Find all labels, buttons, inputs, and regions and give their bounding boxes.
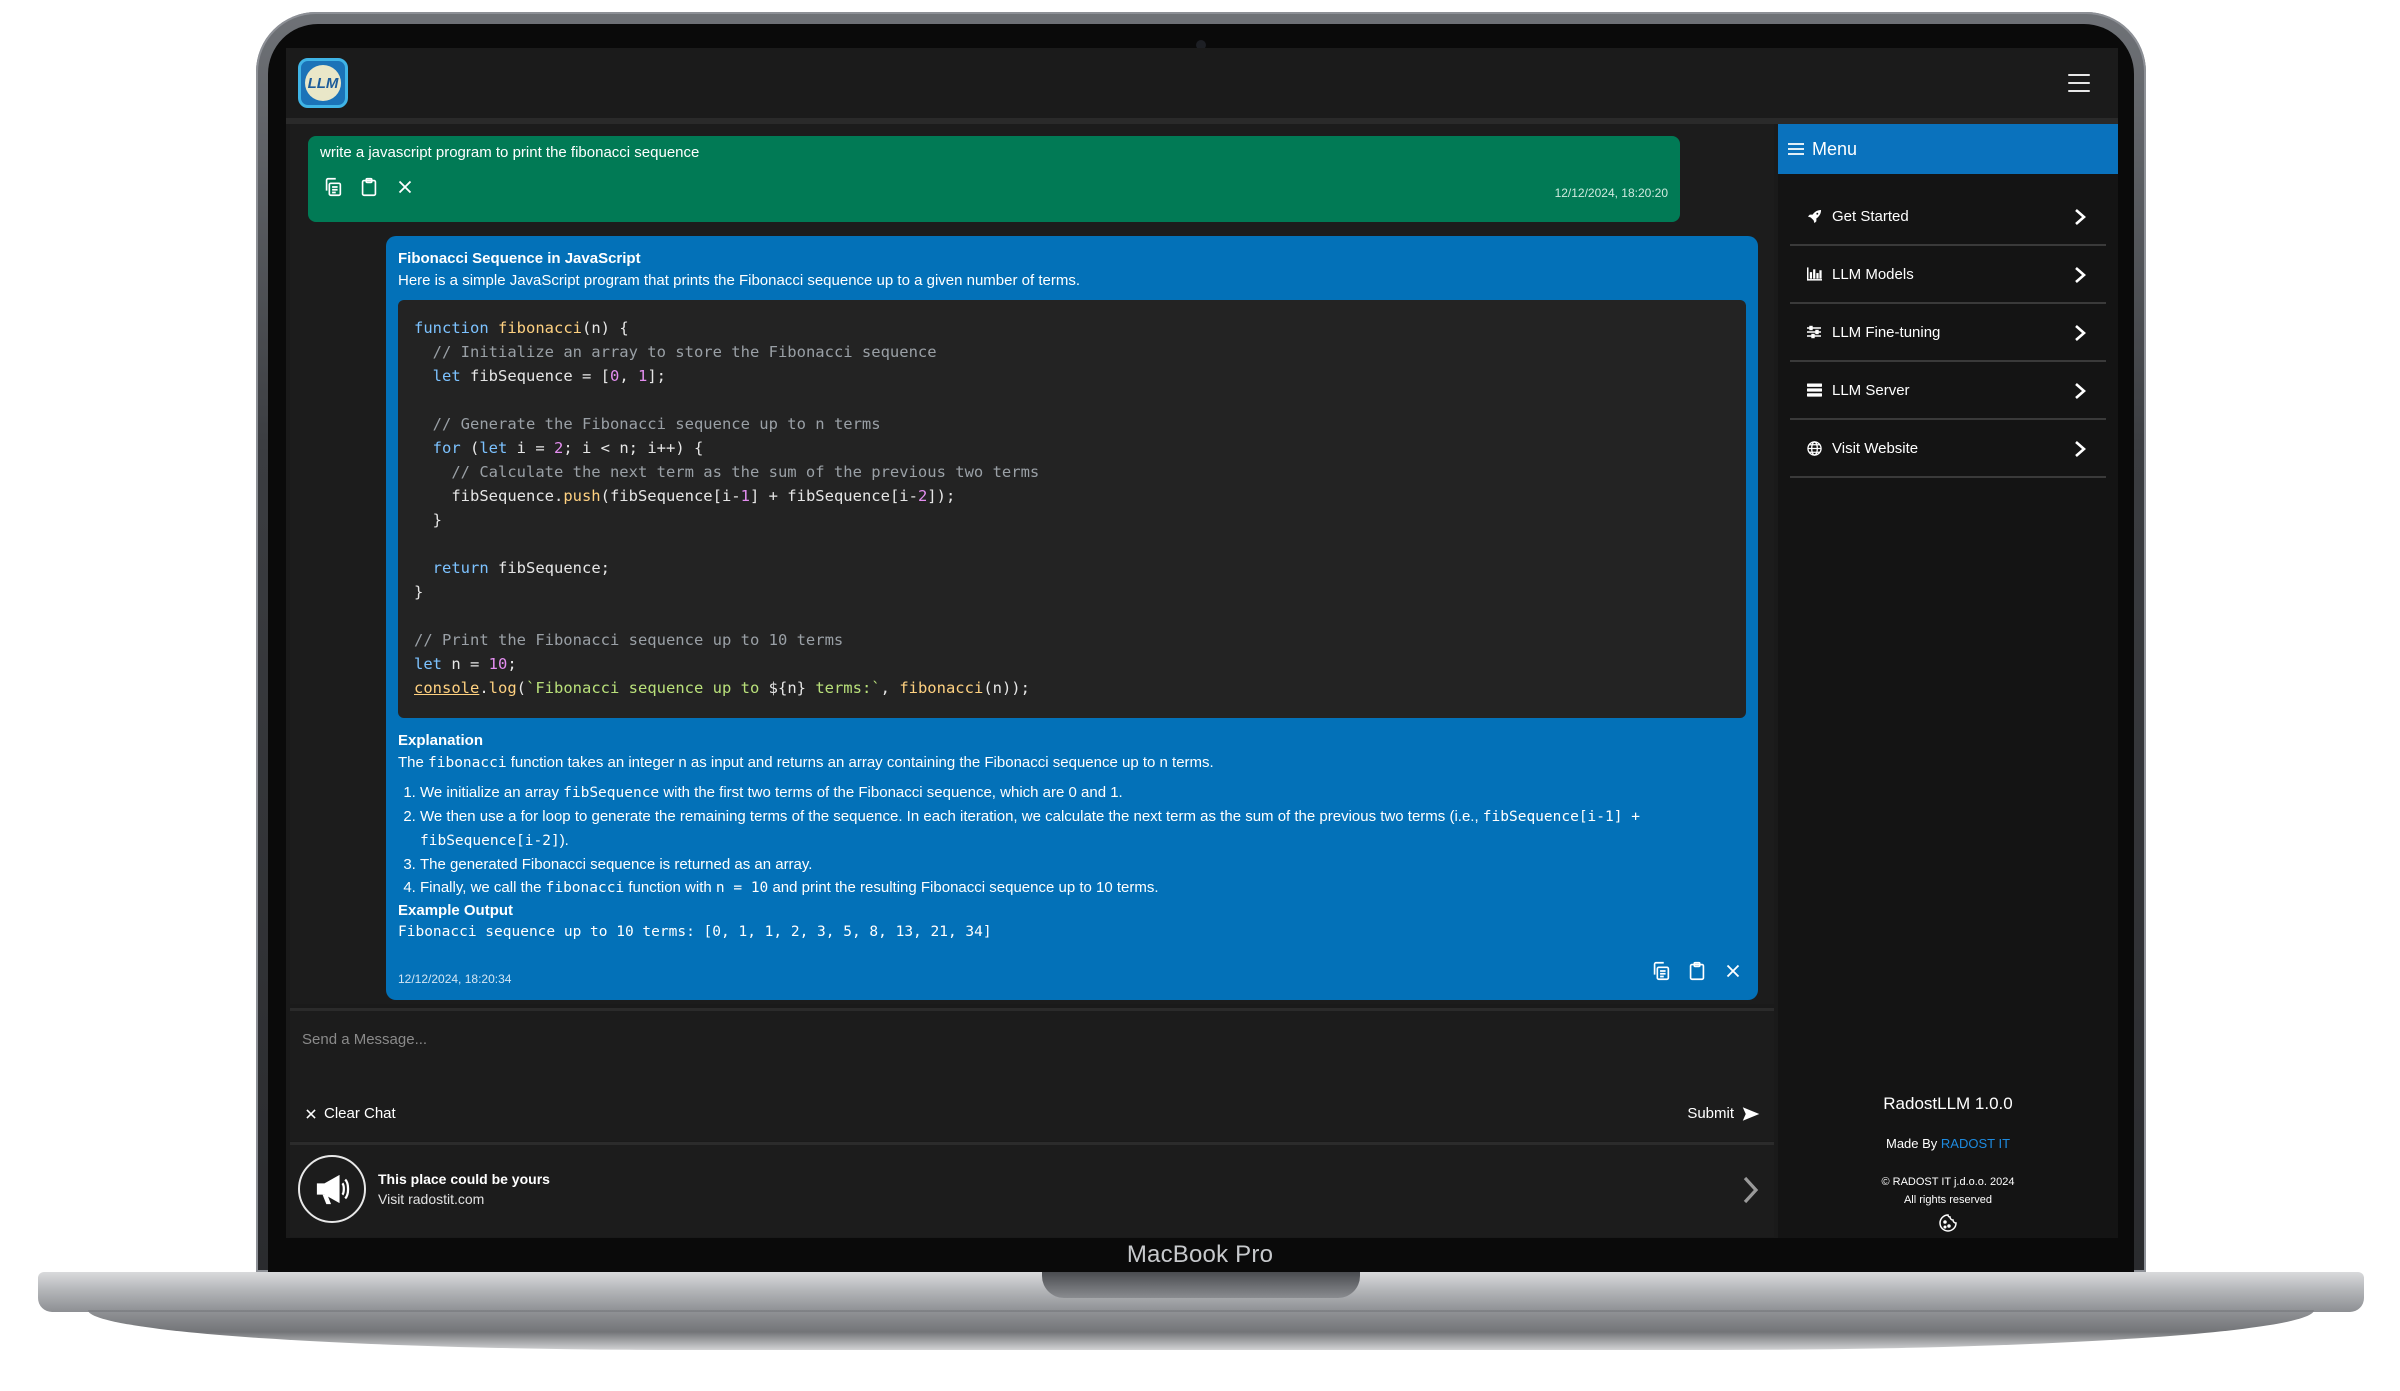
chevron-right-icon: [2075, 383, 2086, 399]
explanation-list: We initialize an array fibSequence with …: [400, 781, 1750, 900]
output-heading: Example Output: [398, 902, 514, 919]
user-message-actions: [322, 176, 416, 198]
hamburger-icon: [1788, 143, 1804, 155]
copyright: © RADOST IT j.d.o.o. 2024 All rights res…: [1778, 1173, 2118, 1238]
sidebar-item-label: LLM Fine-tuning: [1832, 323, 1941, 341]
logo-text: LLM: [305, 65, 341, 101]
sidebar-item-label: LLM Models: [1832, 265, 1914, 283]
assistant-message-actions: [1650, 960, 1744, 982]
menu-list: Get Started LLM Models LLM Fine-tuning L…: [1790, 188, 2106, 478]
clear-chat-label: Clear Chat: [324, 1105, 396, 1122]
submit-button[interactable]: Submit: [1687, 1105, 1760, 1122]
list-item: We then use a for loop to generate the r…: [420, 805, 1750, 853]
copy-icon[interactable]: [1650, 960, 1672, 982]
chevron-right-icon: [1743, 1176, 1759, 1204]
sidebar-item-label: Get Started: [1832, 207, 1909, 225]
close-icon: [306, 1108, 316, 1119]
close-icon[interactable]: [1722, 960, 1744, 982]
explanation-heading: Explanation: [398, 732, 484, 749]
sidebar-item-label: Visit Website: [1832, 439, 1919, 457]
sidebar: Menu Get Started LLM Models LLM Fine-tun…: [1778, 124, 2118, 1238]
device-label: MacBook Pro: [1126, 1241, 1274, 1268]
top-bar: LLM: [286, 48, 2118, 124]
sidebar-item-label: LLM Server: [1832, 381, 1910, 399]
assistant-message-timestamp: 12/12/2024, 18:20:34: [398, 972, 512, 986]
hamburger-menu-icon[interactable]: [2068, 74, 2090, 92]
sidebar-item-llm-models[interactable]: LLM Models: [1790, 246, 2106, 304]
chat-area[interactable]: write a javascript program to print the …: [290, 124, 1774, 1004]
made-by-link[interactable]: RADOST IT: [1941, 1136, 2010, 1151]
sliders-icon: [1806, 324, 1822, 340]
answer-title: Fibonacci Sequence in JavaScript: [398, 250, 641, 267]
list-item: The generated Fibonacci sequence is retu…: [420, 853, 1750, 876]
close-icon[interactable]: [394, 176, 416, 198]
message-input-area: Send a Message... Clear Chat Submit: [290, 1008, 1774, 1141]
ad-subtitle: Visit radostit.com: [378, 1191, 485, 1207]
sidebar-item-llm-fine-tuning[interactable]: LLM Fine-tuning: [1790, 304, 2106, 362]
assistant-message: Fibonacci Sequence in JavaScript Here is…: [386, 236, 1758, 1000]
submit-label: Submit: [1687, 1105, 1734, 1122]
rocket-icon: [1806, 208, 1822, 224]
ad-banner[interactable]: This place could be yours Visit radostit…: [290, 1142, 1774, 1237]
menu-header[interactable]: Menu: [1778, 124, 2118, 174]
user-message: write a javascript program to print the …: [308, 136, 1680, 222]
explanation-paragraph: The fibonacci function takes an integer …: [398, 754, 1214, 771]
server-icon: [1806, 382, 1822, 398]
cookie-icon[interactable]: [1938, 1213, 1958, 1233]
laptop-base-shadow: [88, 1310, 2314, 1350]
send-icon: [1742, 1106, 1760, 1121]
copy-icon[interactable]: [322, 176, 344, 198]
user-message-timestamp: 12/12/2024, 18:20:20: [1554, 186, 1668, 200]
clear-chat-button[interactable]: Clear Chat: [304, 1105, 396, 1122]
message-input[interactable]: Send a Message...: [302, 1031, 427, 1048]
sidebar-item-get-started[interactable]: Get Started: [1790, 188, 2106, 246]
app-screen: LLM write a javascript program to print …: [286, 48, 2118, 1238]
list-item: Finally, we call the fibonacci function …: [420, 876, 1750, 900]
ad-title: This place could be yours: [378, 1171, 550, 1187]
user-message-text: write a javascript program to print the …: [320, 144, 700, 161]
sidebar-item-visit-website[interactable]: Visit Website: [1790, 420, 2106, 478]
chart-icon: [1806, 266, 1822, 282]
clipboard-icon[interactable]: [1686, 960, 1708, 982]
chevron-right-icon: [2075, 441, 2086, 457]
chevron-right-icon: [2075, 325, 2086, 341]
list-item: We initialize an array fibSequence with …: [420, 781, 1750, 805]
menu-title: Menu: [1812, 138, 1858, 159]
sidebar-item-llm-server[interactable]: LLM Server: [1790, 362, 2106, 420]
chevron-right-icon: [2075, 267, 2086, 283]
output-text: Fibonacci sequence up to 10 terms: [0, 1…: [398, 924, 992, 940]
globe-icon: [1806, 440, 1822, 456]
chevron-right-icon: [2075, 209, 2086, 225]
clipboard-icon[interactable]: [358, 176, 380, 198]
code-block[interactable]: function fibonacci(n) { // Initialize an…: [398, 300, 1746, 718]
answer-intro: Here is a simple JavaScript program that…: [398, 272, 1080, 289]
sidebar-footer: RadostLLM 1.0.0 Made By RADOST IT © RADO…: [1778, 1094, 2118, 1238]
app-version: RadostLLM 1.0.0: [1883, 1094, 2013, 1113]
laptop-notch: [1042, 1272, 1360, 1298]
megaphone-icon: [298, 1155, 366, 1223]
made-by: Made By RADOST IT: [1885, 1136, 2011, 1151]
app-logo[interactable]: LLM: [298, 58, 348, 108]
